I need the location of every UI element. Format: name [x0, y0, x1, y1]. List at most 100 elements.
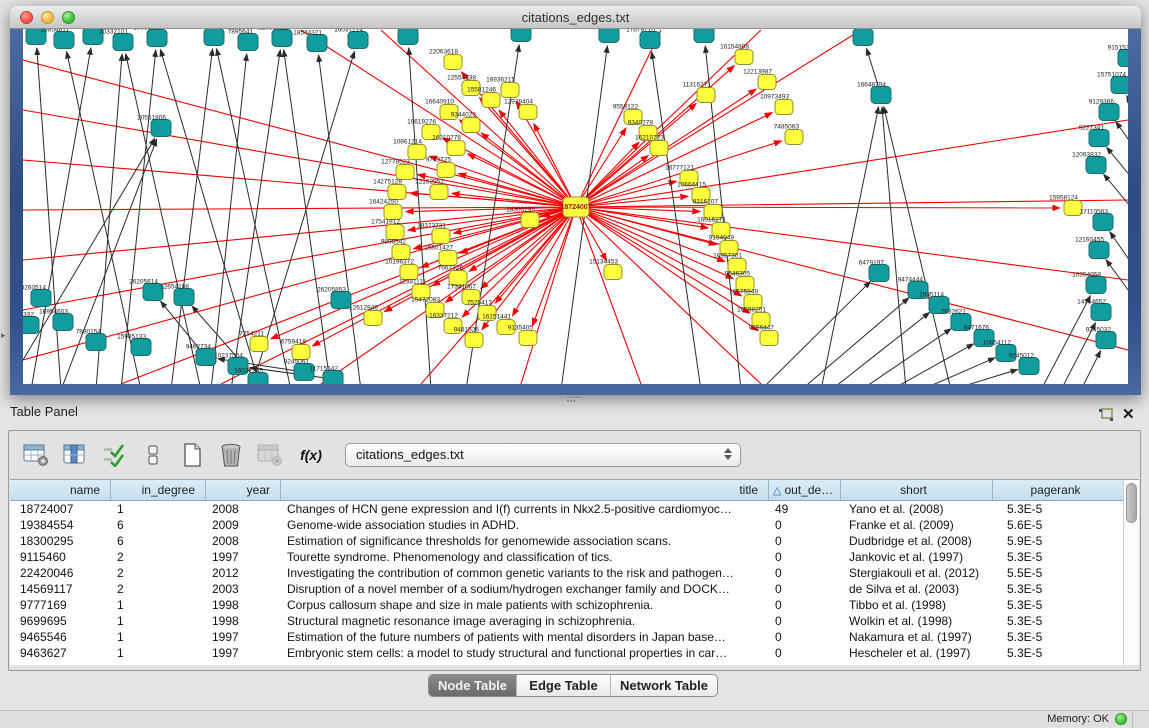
validate-checks-icon[interactable] — [99, 440, 129, 470]
window-titlebar[interactable]: citations_edges.txt — [10, 6, 1141, 29]
graph-node[interactable] — [131, 339, 151, 356]
graph-node[interactable] — [650, 141, 668, 156]
graph-node[interactable] — [323, 371, 343, 385]
splitter-drag-handle[interactable] — [567, 396, 581, 403]
table-select-dropdown[interactable]: citations_edges.txt — [345, 443, 741, 467]
table-row[interactable]: 1872400712008Changes of HCN gene express… — [10, 501, 1139, 517]
merge-tables-icon[interactable] — [138, 440, 168, 470]
graph-node[interactable] — [272, 30, 292, 47]
zoom-window-button[interactable] — [62, 11, 75, 24]
column-header-pagerank[interactable]: pagerank — [993, 480, 1125, 501]
column-header-title[interactable]: title — [281, 480, 769, 501]
function-builder-icon[interactable]: f(x) — [294, 447, 328, 463]
graph-node[interactable] — [386, 225, 404, 240]
graph-node[interactable] — [292, 345, 310, 360]
table-row[interactable]: 946554611997Estimation of the future num… — [10, 629, 1139, 645]
graph-node[interactable] — [760, 331, 778, 346]
show-column-icon[interactable] — [60, 440, 90, 470]
graph-node[interactable] — [599, 29, 619, 43]
float-panel-icon[interactable] — [1098, 408, 1115, 423]
graph-node[interactable] — [785, 130, 803, 145]
graph-node[interactable] — [86, 334, 106, 351]
graph-node[interactable] — [54, 32, 74, 49]
graph-node[interactable] — [735, 50, 753, 65]
graph-node[interactable] — [1089, 242, 1109, 259]
tab-node-table[interactable]: Node Table — [429, 675, 517, 696]
graph-node[interactable] — [465, 333, 483, 348]
graph-node[interactable] — [432, 229, 450, 244]
graph-node[interactable] — [392, 245, 410, 260]
graph-node[interactable] — [1019, 358, 1039, 375]
graph-node[interactable] — [307, 35, 327, 52]
graph-node[interactable] — [1096, 332, 1116, 349]
graph-node[interactable] — [1086, 157, 1106, 174]
graph-node[interactable] — [1091, 304, 1111, 321]
close-panel-icon[interactable]: ✕ — [1122, 405, 1135, 423]
citation-network-graph[interactable]: 2206361812554938166409101961927610861214… — [23, 29, 1128, 384]
table-row[interactable]: 2242004622012Investigating the contribut… — [10, 565, 1139, 581]
graph-node[interactable] — [444, 55, 462, 70]
graph-node[interactable] — [519, 331, 537, 346]
column-header-in_degree[interactable]: in_degree — [111, 480, 206, 501]
graph-node[interactable] — [640, 32, 660, 49]
graph-node[interactable] — [694, 29, 714, 43]
graph-node[interactable] — [511, 29, 531, 42]
graph-node[interactable] — [604, 265, 622, 280]
panel-collapse-arrow-icon[interactable]: ▸ — [1, 330, 6, 341]
column-header-out_de[interactable]: △out_de… — [769, 480, 841, 501]
graph-node[interactable] — [147, 30, 167, 47]
graph-node[interactable] — [1111, 77, 1128, 94]
graph-node[interactable] — [204, 29, 224, 46]
new-document-icon[interactable] — [177, 440, 207, 470]
graph-node[interactable] — [1093, 214, 1113, 231]
table-scrollbar-thumb[interactable] — [1126, 483, 1137, 523]
table-scrollbar[interactable] — [1123, 480, 1139, 665]
graph-node[interactable] — [348, 32, 368, 49]
graph-node[interactable] — [331, 292, 351, 309]
column-header-year[interactable]: year — [206, 480, 281, 501]
minimize-window-button[interactable] — [41, 11, 54, 24]
graph-node[interactable] — [1118, 50, 1128, 67]
graph-node[interactable] — [151, 120, 171, 137]
graph-node[interactable] — [853, 29, 873, 46]
close-window-button[interactable] — [20, 11, 33, 24]
graph-node[interactable] — [869, 265, 889, 282]
graph-node[interactable] — [396, 165, 414, 180]
graph-node[interactable] — [697, 88, 715, 103]
graph-node[interactable] — [758, 75, 776, 90]
table-row[interactable]: 1938455462009Genome-wide association stu… — [10, 517, 1139, 533]
graph-node[interactable] — [519, 105, 537, 120]
network-canvas[interactable]: 2206361812554938166409101961927610861214… — [23, 29, 1128, 384]
graph-node[interactable] — [196, 349, 216, 366]
tab-edge-table[interactable]: Edge Table — [517, 675, 611, 696]
graph-node[interactable] — [23, 317, 39, 334]
graph-node[interactable] — [871, 87, 891, 104]
table-row[interactable]: 911546021997Tourette syndrome. Phenomeno… — [10, 549, 1139, 565]
graph-node[interactable] — [400, 265, 418, 280]
graph-node[interactable] — [462, 118, 480, 133]
graph-node[interactable] — [113, 34, 133, 51]
table-settings-icon[interactable] — [21, 440, 51, 470]
graph-node[interactable] — [447, 141, 465, 156]
delete-trash-icon[interactable] — [216, 440, 246, 470]
graph-node[interactable] — [430, 185, 448, 200]
graph-node[interactable] — [250, 337, 268, 352]
graph-node[interactable] — [501, 83, 519, 98]
column-header-short[interactable]: short — [841, 480, 993, 501]
graph-node[interactable] — [1089, 130, 1109, 147]
table-row[interactable]: 1456911722003Disruption of a novel membe… — [10, 581, 1139, 597]
graph-node[interactable] — [439, 251, 457, 266]
graph-node[interactable] — [1099, 104, 1119, 121]
tab-network-table[interactable]: Network Table — [611, 675, 717, 696]
graph-node[interactable] — [437, 163, 455, 178]
graph-node[interactable] — [238, 34, 258, 51]
graph-node[interactable] — [388, 185, 406, 200]
table-row[interactable]: 969969511998Structural magnetic resonanc… — [10, 613, 1139, 629]
graph-node[interactable] — [174, 289, 194, 306]
graph-node[interactable] — [398, 29, 418, 45]
graph-node[interactable] — [53, 314, 73, 331]
graph-node[interactable] — [1086, 277, 1106, 294]
graph-node[interactable] — [521, 213, 539, 228]
graph-node[interactable] — [482, 93, 500, 108]
table-row[interactable]: 1830029562008Estimation of significance … — [10, 533, 1139, 549]
